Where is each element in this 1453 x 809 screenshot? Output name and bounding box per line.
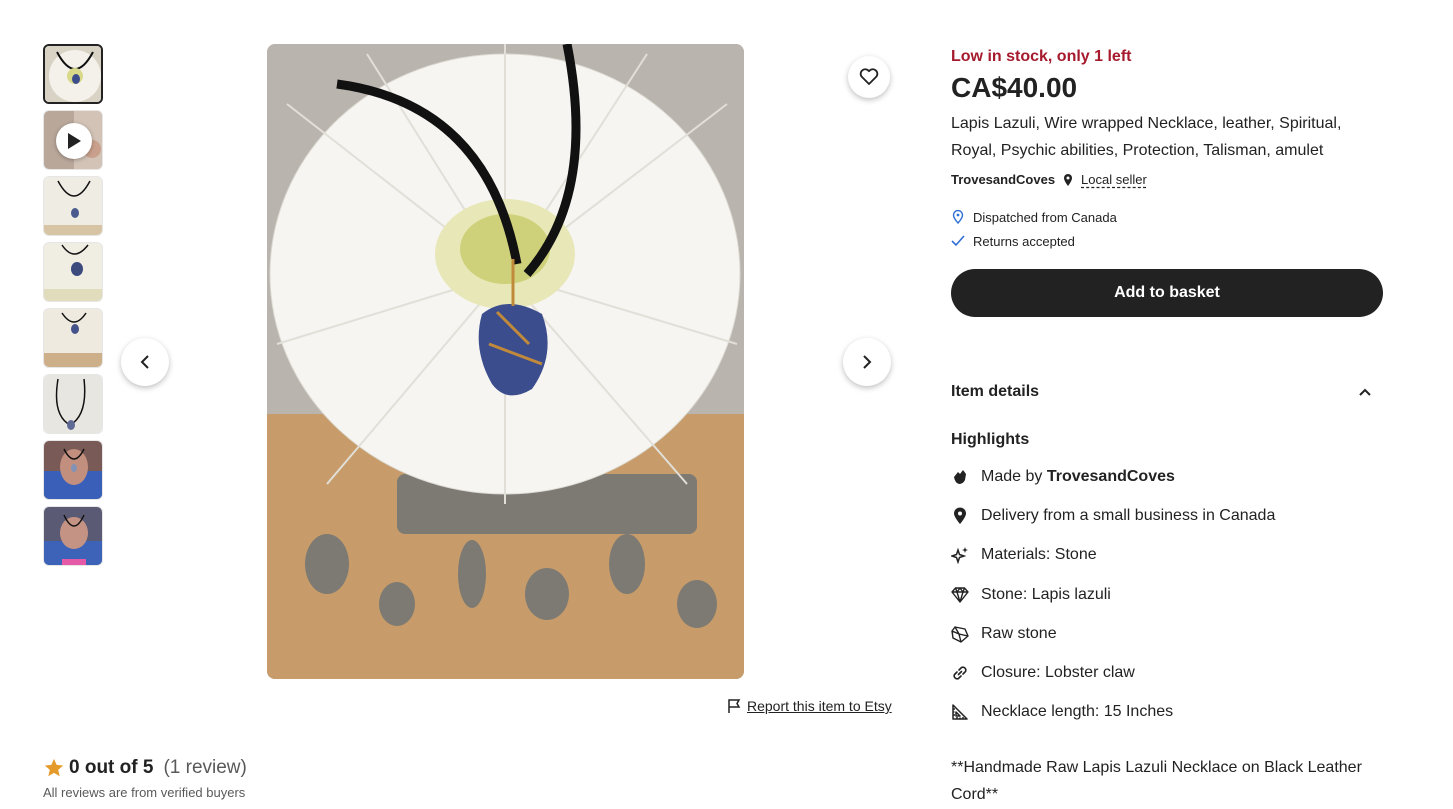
made-by-shop: TrovesandCoves — [1046, 467, 1175, 485]
made-by-prefix: Made by — [981, 467, 1043, 485]
highlight-delivery: Delivery from a small business in Canada — [951, 496, 1383, 535]
highlight-closure: Closure: Lobster claw — [951, 653, 1383, 692]
returns-text: Returns accepted — [973, 233, 1075, 249]
previous-image-button[interactable] — [121, 338, 169, 386]
seller-row: TrovesandCoves Local seller — [951, 172, 1383, 187]
gem-icon — [951, 586, 969, 604]
shipping-info: Dispatched from Canada Returns accepted — [951, 205, 1383, 253]
thumbnail-strip — [43, 44, 103, 572]
next-image-button[interactable] — [843, 338, 891, 386]
report-item: Report this item to Etsy — [727, 698, 892, 714]
local-seller-link[interactable]: Local seller — [1081, 172, 1147, 187]
materials-text: Materials: Stone — [981, 546, 1097, 564]
highlight-made-by: Made by TrovesandCoves — [951, 457, 1383, 496]
dispatched-text: Dispatched from Canada — [973, 209, 1117, 225]
thumbnail-6[interactable] — [43, 374, 103, 434]
stone-text: Stone: Lapis lazuli — [981, 585, 1111, 603]
highlights-heading: Highlights — [951, 431, 1030, 448]
location-pin-icon — [951, 507, 969, 525]
flag-icon — [728, 699, 741, 713]
review-score-text: 0 out of 5 — [69, 757, 154, 778]
reviews-summary: 0 out of 5 (1 review) All reviews are fr… — [43, 757, 247, 800]
product-title: Lapis Lazuli, Wire wrapped Necklace, lea… — [951, 115, 1342, 159]
item-details-toggle[interactable]: Item details — [951, 383, 1383, 401]
shop-name-link[interactable]: TrovesandCoves — [951, 172, 1055, 187]
thumbnail-1[interactable] — [43, 44, 103, 104]
item-details-heading: Item details — [951, 383, 1040, 400]
checkmark-icon — [951, 235, 965, 247]
thumbnail-video[interactable] — [43, 110, 103, 170]
chevron-right-icon — [863, 355, 872, 369]
raw-stone-icon — [951, 625, 969, 643]
link-icon — [951, 664, 969, 682]
price: CA$40.00 — [951, 72, 1078, 103]
product-info-panel: Low in stock, only 1 left CA$40.00 Lapis… — [951, 48, 1383, 808]
thumbnail-7[interactable] — [43, 440, 103, 500]
length-text: Necklace length: 15 Inches — [981, 703, 1174, 721]
thumbnail-3[interactable] — [43, 176, 103, 236]
main-product-image[interactable] — [267, 44, 744, 679]
item-description: **Handmade Raw Lapis Lazuli Necklace on … — [951, 759, 1362, 804]
dispatched-row: Dispatched from Canada — [951, 205, 1383, 229]
highlight-materials: Materials: Stone — [951, 536, 1383, 575]
chevron-up-icon — [1359, 388, 1371, 396]
closure-text: Closure: Lobster claw — [981, 664, 1135, 682]
report-item-link[interactable]: Report this item to Etsy — [747, 698, 892, 714]
thumbnail-8[interactable] — [43, 506, 103, 566]
heart-icon — [859, 68, 879, 85]
add-to-basket-button[interactable]: Add to basket — [951, 269, 1383, 317]
delivery-text: Delivery from a small business in Canada — [981, 506, 1276, 524]
location-outline-icon — [952, 210, 964, 224]
hand-icon — [951, 468, 969, 486]
star-icon — [44, 758, 64, 777]
highlight-raw: Raw stone — [951, 614, 1383, 653]
review-score: 0 out of 5 (1 review) — [43, 757, 247, 779]
review-count-link[interactable]: (1 review) — [163, 757, 246, 779]
stock-status: Low in stock, only 1 left — [951, 48, 1132, 65]
thumbnail-5[interactable] — [43, 308, 103, 368]
highlight-stone: Stone: Lapis lazuli — [951, 575, 1383, 614]
highlight-length: Necklace length: 15 Inches — [951, 693, 1383, 732]
play-icon — [56, 123, 92, 159]
chevron-left-icon — [140, 355, 149, 369]
sparkle-icon — [951, 546, 969, 565]
thumbnail-4[interactable] — [43, 242, 103, 302]
favorite-button[interactable] — [848, 56, 890, 98]
ruler-icon — [951, 703, 969, 721]
returns-row: Returns accepted — [951, 229, 1383, 253]
raw-stone-text: Raw stone — [981, 624, 1057, 642]
verified-note: All reviews are from verified buyers — [43, 785, 246, 800]
highlights-list: Made by TrovesandCoves Delivery from a s… — [951, 457, 1383, 732]
location-pin-icon — [1064, 173, 1073, 186]
